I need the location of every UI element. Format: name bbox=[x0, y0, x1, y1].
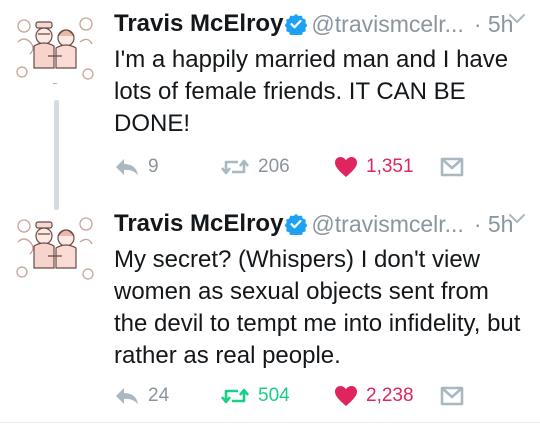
like-button[interactable]: 2,238 bbox=[334, 382, 414, 410]
verified-badge-icon bbox=[285, 213, 308, 237]
reply-icon bbox=[116, 159, 138, 175]
reply-button[interactable]: 9 bbox=[114, 153, 159, 181]
like-count: 2,238 bbox=[366, 385, 414, 406]
avatar[interactable]: ~ bbox=[14, 12, 96, 94]
tweet[interactable]: ~ Travis McElroy @travismcelr... · 5h I'm … bbox=[0, 0, 540, 210]
direct-message-button[interactable] bbox=[440, 153, 472, 181]
author-name[interactable]: Travis McElroy bbox=[114, 10, 283, 38]
tweet-text: I'm a happily married man and I have lot… bbox=[114, 46, 509, 137]
reply-count: 24 bbox=[148, 385, 170, 406]
retweet-count: 206 bbox=[258, 156, 290, 177]
tweet-text: My secret? (Whispers) I don't view women… bbox=[114, 246, 521, 369]
avatar[interactable] bbox=[14, 212, 96, 294]
verified-badge-icon bbox=[285, 13, 308, 37]
reply-button[interactable]: 24 bbox=[114, 382, 169, 410]
reply-icon bbox=[116, 388, 138, 404]
retweet-icon bbox=[220, 388, 250, 404]
retweet-button[interactable]: 206 bbox=[220, 153, 290, 181]
heart-icon bbox=[335, 157, 357, 177]
direct-message-icon bbox=[440, 157, 464, 177]
divider bbox=[0, 422, 540, 423]
author-handle[interactable]: @travismcelr... bbox=[311, 11, 463, 38]
svg-text:~: ~ bbox=[52, 80, 58, 88]
chevron-down-icon[interactable] bbox=[508, 212, 526, 226]
reply-count: 9 bbox=[148, 156, 159, 177]
author-handle[interactable]: @travismcelr... bbox=[311, 211, 463, 238]
retweet-button[interactable]: 504 bbox=[220, 382, 290, 410]
author-name[interactable]: Travis McElroy bbox=[114, 210, 283, 238]
like-button[interactable]: 1,351 bbox=[334, 153, 414, 181]
like-count: 1,351 bbox=[366, 156, 414, 177]
retweet-icon bbox=[220, 159, 250, 175]
thread-connector bbox=[54, 100, 59, 210]
chevron-down-icon[interactable] bbox=[508, 12, 526, 26]
direct-message-button[interactable] bbox=[440, 382, 472, 410]
tweet[interactable]: Travis McElroy @travismcelr... · 5h My sec… bbox=[0, 200, 540, 423]
retweet-count: 504 bbox=[258, 385, 290, 406]
direct-message-icon bbox=[440, 386, 464, 406]
heart-icon bbox=[335, 386, 357, 406]
tweet-actions: 24 504 2,238 bbox=[114, 382, 534, 410]
tweet-actions: 9 206 1,351 bbox=[114, 153, 534, 181]
